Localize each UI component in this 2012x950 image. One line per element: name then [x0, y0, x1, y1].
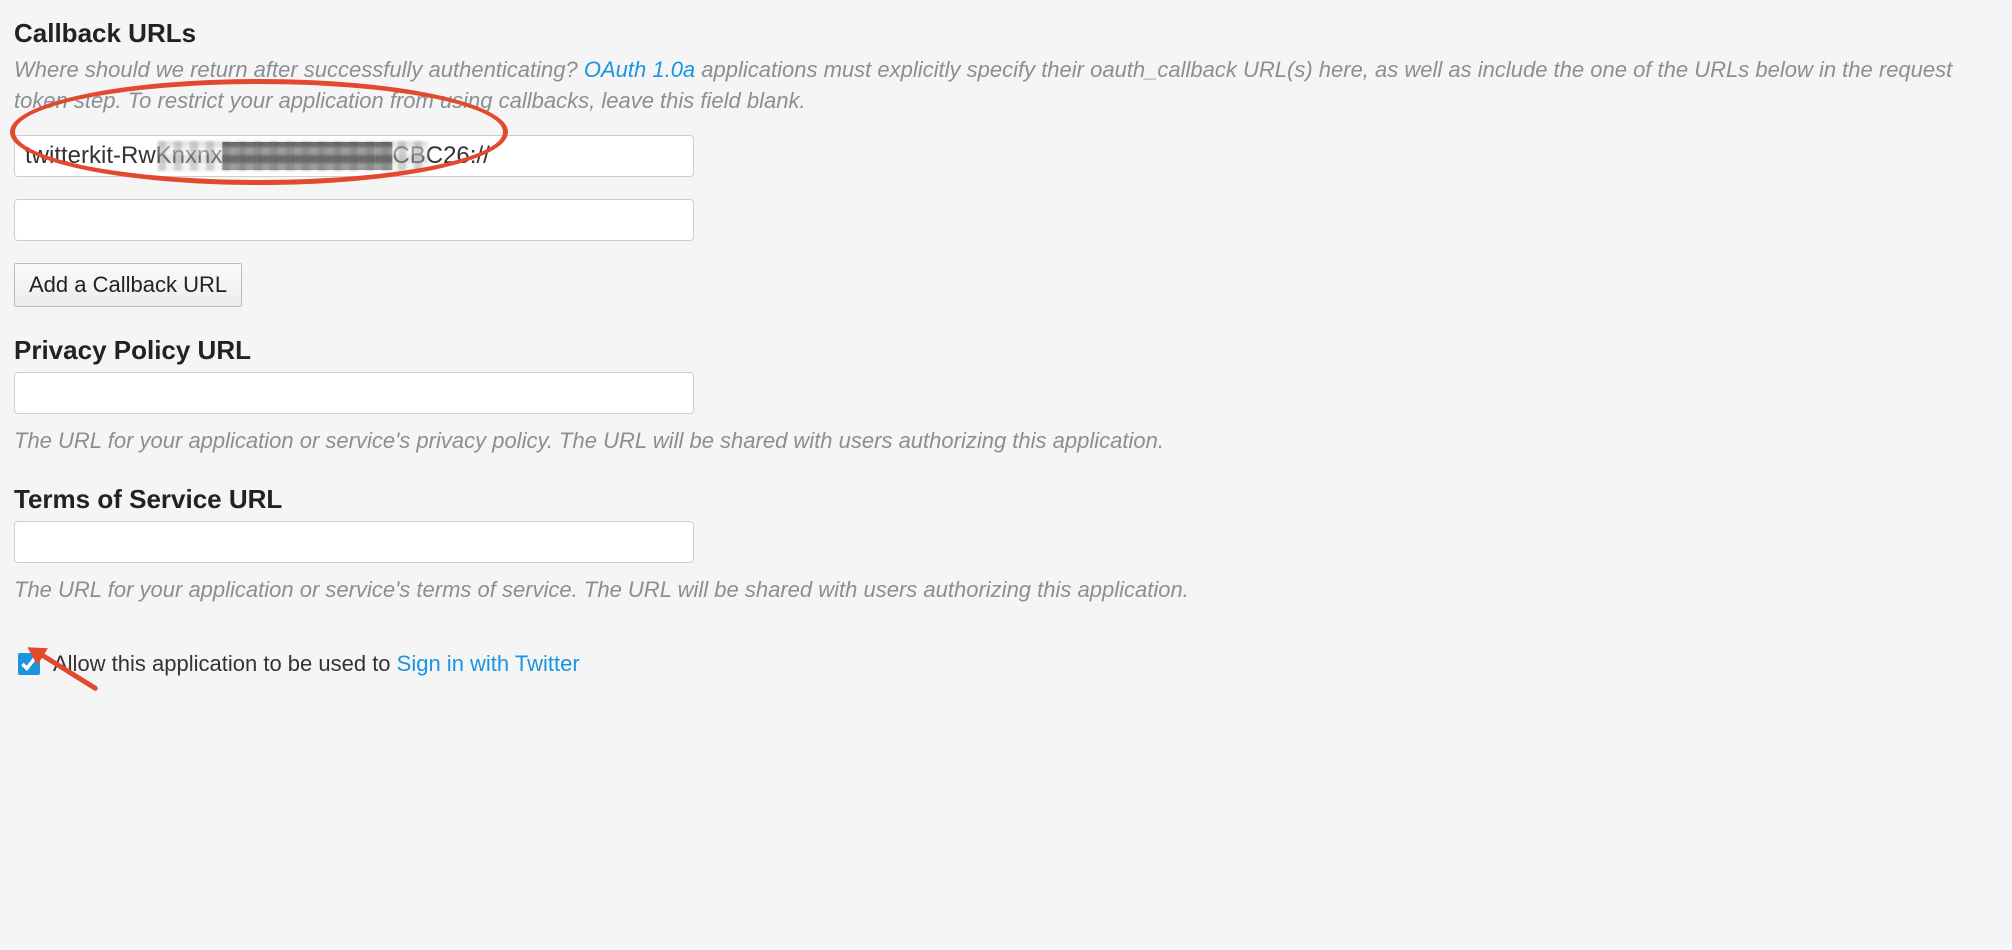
- callback-help-prefix: Where should we return after successfull…: [14, 57, 584, 82]
- add-callback-url-button[interactable]: Add a Callback URL: [14, 263, 242, 307]
- callback-urls-section: Callback URLs Where should we return aft…: [14, 18, 1998, 307]
- signin-checkbox[interactable]: [18, 653, 40, 675]
- signin-checkbox-row: Allow this application to be used to Sig…: [14, 650, 1998, 678]
- signin-label-prefix: Allow this application to be used to: [53, 651, 397, 676]
- privacy-policy-section: Privacy Policy URL The URL for your appl…: [14, 335, 1998, 457]
- signin-twitter-link[interactable]: Sign in with Twitter: [397, 651, 580, 676]
- tos-section: Terms of Service URL The URL for your ap…: [14, 484, 1998, 678]
- tos-heading: Terms of Service URL: [14, 484, 1998, 515]
- privacy-policy-helptext: The URL for your application or service'…: [14, 426, 1998, 457]
- privacy-policy-input[interactable]: [14, 372, 694, 414]
- callback-urls-helptext: Where should we return after successfull…: [14, 55, 1998, 117]
- signin-label: Allow this application to be used to Sig…: [53, 651, 580, 677]
- privacy-policy-heading: Privacy Policy URL: [14, 335, 1998, 366]
- callback-url-input-wrap: [14, 135, 1998, 177]
- callback-url-input-2[interactable]: [14, 199, 694, 241]
- callback-url-input-1[interactable]: [14, 135, 694, 177]
- tos-input[interactable]: [14, 521, 694, 563]
- oauth-link[interactable]: OAuth 1.0a: [584, 57, 695, 82]
- callback-urls-heading: Callback URLs: [14, 18, 1998, 49]
- tos-helptext: The URL for your application or service'…: [14, 575, 1998, 606]
